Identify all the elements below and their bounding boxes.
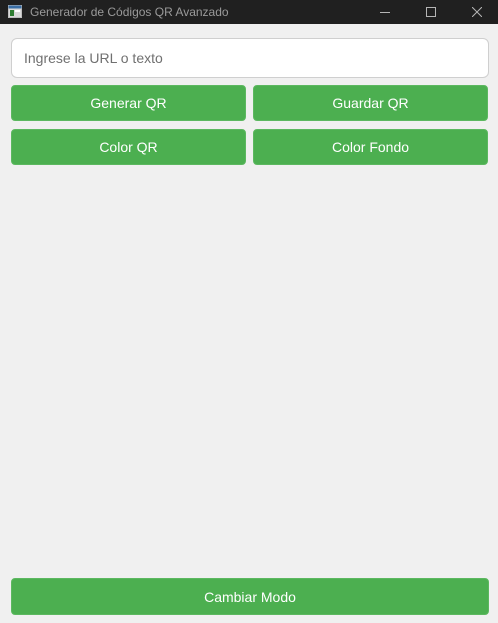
window-title: Generador de Códigos QR Avanzado	[30, 5, 229, 19]
app-window-icon	[8, 5, 22, 18]
app-window: Generador de Códigos QR Avanzado Generar…	[0, 0, 498, 623]
minimize-button[interactable]	[362, 0, 408, 24]
main-content: Generar QR Guardar QR Color QR Color Fon…	[0, 24, 498, 623]
close-button[interactable]	[454, 0, 498, 24]
background-color-button[interactable]: Color Fondo	[253, 129, 488, 165]
generate-qr-button[interactable]: Generar QR	[11, 85, 246, 121]
title-bar[interactable]: Generador de Códigos QR Avanzado	[0, 0, 498, 24]
url-text-input[interactable]	[11, 38, 489, 78]
maximize-button[interactable]	[408, 0, 454, 24]
save-qr-button[interactable]: Guardar QR	[253, 85, 488, 121]
minimize-icon	[380, 12, 390, 13]
maximize-icon	[426, 7, 436, 17]
close-icon	[472, 7, 482, 17]
qr-color-button[interactable]: Color QR	[11, 129, 246, 165]
toggle-mode-button[interactable]: Cambiar Modo	[11, 578, 489, 615]
qr-display-area	[11, 174, 488, 574]
